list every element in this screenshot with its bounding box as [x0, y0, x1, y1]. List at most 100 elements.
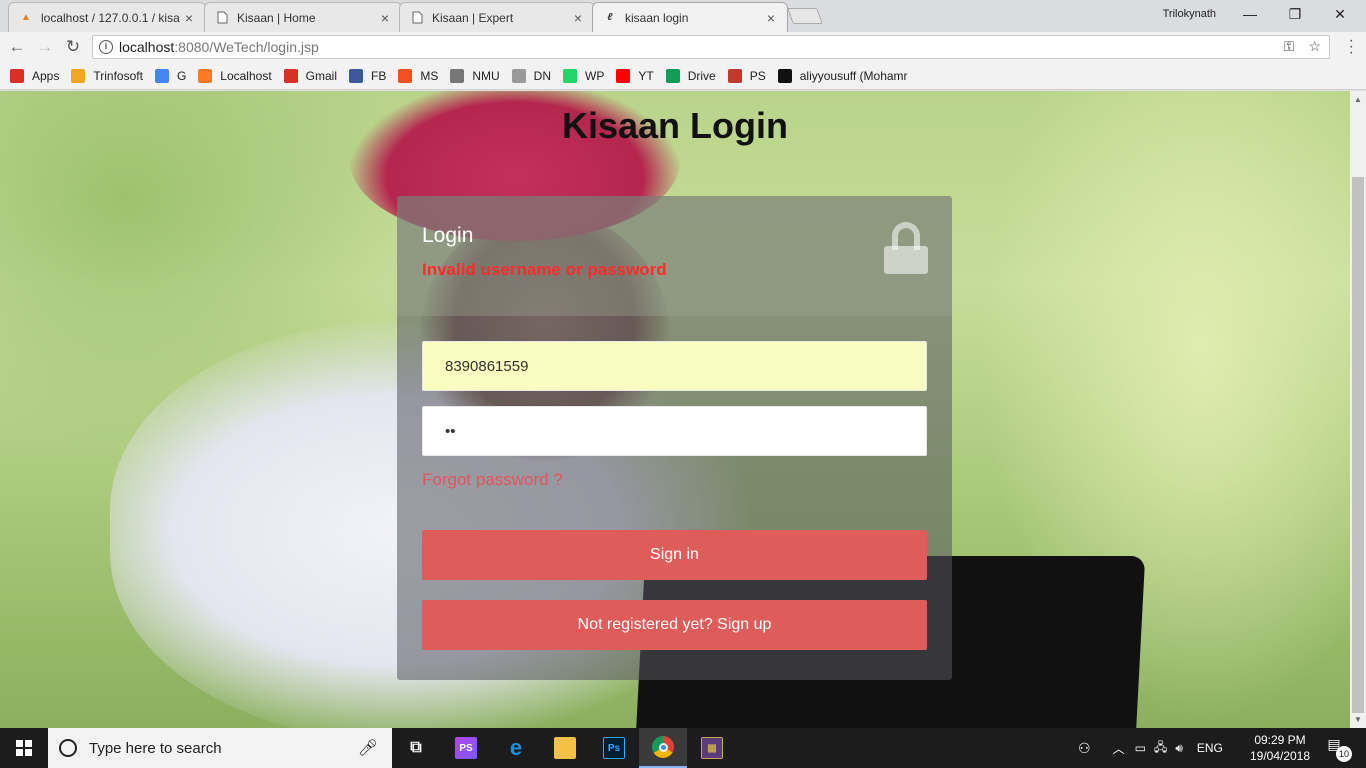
taskbar-app-file-explorer[interactable]: ▭ [541, 728, 589, 768]
game-icon: ▦ [701, 737, 723, 759]
taskbar-app-game[interactable]: ▦ [688, 728, 736, 768]
task-view-button[interactable]: ⧉ [392, 728, 440, 768]
clock[interactable]: 09:29 PM 19/04/2018 [1245, 732, 1315, 764]
login-card-header: Login Invalid username or password [397, 196, 952, 316]
close-icon[interactable]: × [570, 10, 586, 26]
tab-title: Kisaan | Expert [432, 10, 514, 25]
youtube-icon [616, 68, 631, 83]
scroll-up-arrow-icon[interactable]: ▲ [1354, 95, 1362, 104]
tab-kisaan-home[interactable]: Kisaan | Home × [204, 2, 402, 32]
chevron-up-icon[interactable]: ︿ [1113, 740, 1125, 757]
bookmark-item[interactable]: NMU [450, 68, 500, 83]
task-view-icon: ⧉ [410, 739, 422, 756]
page-title: Kisaan Login [561, 105, 789, 146]
back-arrow-icon[interactable]: ← [6, 36, 28, 58]
github-icon [777, 68, 792, 83]
page-scrollbar[interactable]: ▲ ▼ [1350, 91, 1366, 728]
bookmark-item[interactable]: YT [616, 68, 654, 83]
restore-icon[interactable]: ❐ [1273, 4, 1317, 26]
bookmark-label: Drive [687, 68, 716, 83]
url-path: :8080/WeTech/login.jsp [174, 39, 319, 55]
tab-kisaan-login[interactable]: ℓ kisaan login × [592, 2, 788, 32]
taskbar-app-photoshop[interactable]: Ps [590, 728, 638, 768]
bookmark-item[interactable]: G [154, 68, 187, 83]
loading-icon: ℓ [607, 12, 613, 23]
menu-icon[interactable]: · · · [1349, 33, 1354, 61]
taskbar-app-edge[interactable]: e [492, 728, 540, 768]
phpmyadmin-icon: ▲ [21, 12, 31, 23]
bookmark-label: aliyyousuff (Mohamr [799, 68, 908, 83]
network-icon[interactable]: 🖧︎ [1154, 738, 1167, 759]
profile-name[interactable]: Trilokynath [1163, 8, 1216, 20]
omnibox-actions: ⚿ ☆ [1284, 38, 1321, 55]
notification-count-badge: 10 [1336, 746, 1352, 762]
forward-arrow-icon[interactable]: → [34, 36, 56, 58]
taskbar-search[interactable]: Type here to search 🎤︎ [48, 728, 392, 768]
bookmark-label: PS [749, 68, 766, 83]
taskbar-app-chrome[interactable] [639, 728, 687, 768]
clock-time: 09:29 PM [1254, 733, 1306, 747]
close-icon[interactable]: × [763, 10, 779, 26]
bookmark-label: Gmail [305, 68, 337, 83]
bookmark-item[interactable]: aliyyousuff (Mohamr [777, 68, 908, 83]
bookmark-label: G [176, 68, 187, 83]
bookmark-label: MS [420, 68, 439, 83]
gmail-icon [283, 68, 298, 83]
browser-tab-strip: ▲ localhost / 127.0.0.1 / kisa × Kisaan … [0, 0, 1366, 32]
bookmark-item[interactable]: WP [563, 68, 604, 83]
tab-kisaan-expert[interactable]: Kisaan | Expert × [399, 2, 595, 32]
bookmark-item[interactable]: Drive [665, 68, 716, 83]
lock-icon [884, 222, 928, 274]
bookmarks-bar: Apps Trinfosoft G Localhost Gmail FB MS NMU DN WP… [0, 62, 1366, 90]
minimize-icon[interactable]: — [1228, 4, 1272, 26]
system-tray: ⚇ ︿ ▭ 🖧︎ 🔊︎ ENG [1078, 728, 1223, 768]
start-button[interactable] [0, 728, 48, 768]
bookmark-item[interactable]: FB [349, 68, 386, 83]
bookmark-item[interactable]: Trinfosoft [71, 68, 143, 83]
info-icon[interactable]: i [99, 40, 113, 54]
scrollbar-thumb[interactable] [1352, 177, 1364, 713]
search-placeholder: Type here to search [89, 739, 222, 757]
tab-title: kisaan login [625, 10, 689, 25]
scroll-down-arrow-icon[interactable]: ▼ [1354, 715, 1362, 724]
forgot-password-link[interactable]: Forgot password ? [422, 470, 563, 490]
whatsapp-icon [563, 68, 578, 83]
password-input[interactable] [422, 406, 927, 456]
bookmark-item[interactable]: MS [398, 68, 439, 83]
page-icon [410, 11, 424, 25]
address-bar[interactable]: i localhost:8080/WeTech/login.jsp ⚿ ☆ [92, 35, 1330, 59]
people-icon[interactable]: ⚇ [1078, 740, 1091, 757]
battery-icon[interactable]: ▭ [1135, 741, 1146, 755]
ps-icon [727, 68, 742, 83]
star-icon[interactable]: ☆ [1308, 38, 1321, 54]
action-center-icon[interactable]: ▤ 10 [1322, 736, 1352, 762]
bookmark-item[interactable]: Gmail [283, 68, 337, 83]
bookmark-item[interactable]: Apps [10, 68, 59, 83]
new-tab-button[interactable] [787, 8, 823, 24]
bookmark-item[interactable]: DN [511, 68, 551, 83]
error-message: Invalid username or password [422, 260, 667, 279]
reload-icon[interactable]: ↻ [62, 36, 84, 58]
tab-phpmyadmin[interactable]: ▲ localhost / 127.0.0.1 / kisa × [8, 2, 206, 32]
drive-icon [665, 68, 680, 83]
photoshop-icon: Ps [603, 737, 625, 759]
username-input[interactable] [422, 341, 927, 391]
close-icon[interactable]: × [181, 10, 197, 26]
login-card: Login Invalid username or password Forgo… [397, 196, 952, 680]
microphone-icon[interactable]: 🎤︎ [358, 738, 378, 758]
sign-up-button[interactable]: Not registered yet? Sign up [422, 600, 927, 650]
facebook-icon [349, 68, 363, 83]
bookmark-label: Localhost [220, 68, 272, 83]
key-icon[interactable]: ⚿ [1284, 38, 1295, 54]
google-icon [154, 68, 169, 83]
close-window-icon[interactable]: ✕ [1318, 4, 1362, 26]
bookmark-item[interactable]: Localhost [198, 68, 272, 83]
language-indicator[interactable]: ENG [1197, 741, 1223, 755]
sign-in-button[interactable]: Sign in [422, 530, 927, 580]
close-icon[interactable]: × [377, 10, 393, 26]
volume-icon[interactable]: 🔊︎ [1175, 741, 1183, 756]
bookmark-item[interactable]: PS [727, 68, 766, 83]
taskbar-app-phpstorm[interactable]: PS [442, 728, 490, 768]
browser-toolbar: ← → ↻ i localhost:8080/WeTech/login.jsp … [0, 32, 1366, 62]
xampp-icon [198, 68, 213, 83]
